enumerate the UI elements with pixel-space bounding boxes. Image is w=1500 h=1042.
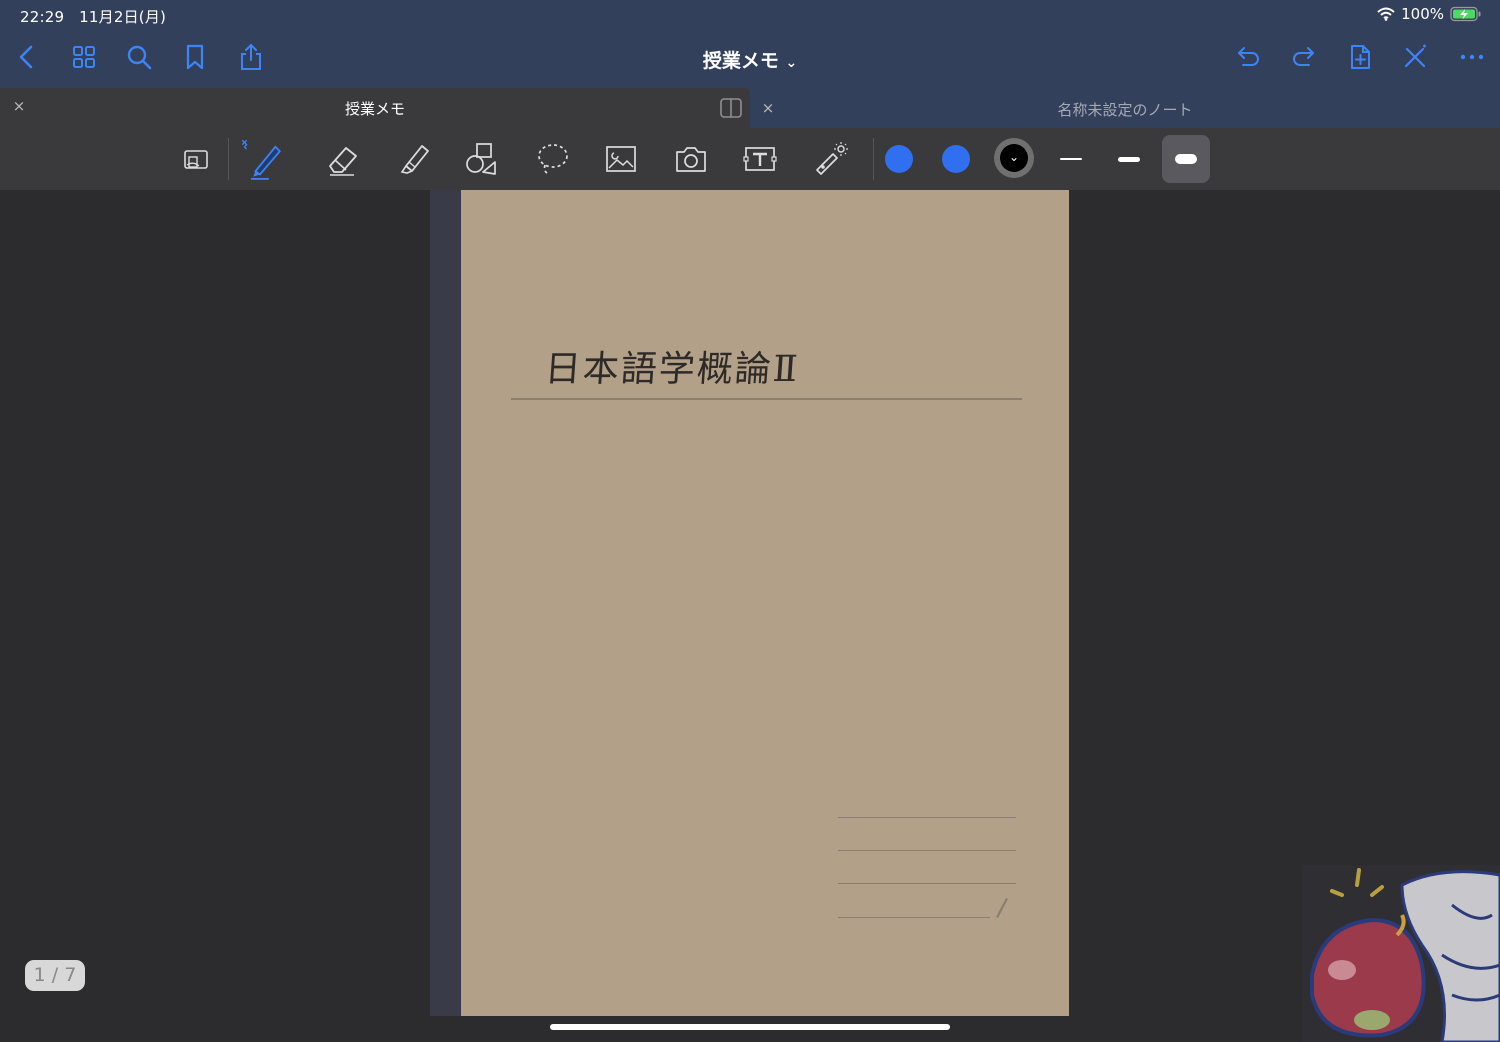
- battery-charging-icon: [1450, 6, 1481, 22]
- eraser-icon[interactable]: [319, 136, 367, 182]
- chevron-down-icon: ⌄: [785, 55, 798, 71]
- lasso-icon[interactable]: [528, 136, 576, 182]
- color-swatch-1[interactable]: [885, 145, 913, 173]
- stroke-size-thick[interactable]: [1162, 135, 1210, 183]
- bookmark-icon[interactable]: [178, 40, 212, 74]
- text-box-icon[interactable]: [736, 136, 784, 182]
- chevron-down-icon: ⌄: [1000, 144, 1028, 172]
- name-line: [838, 850, 1016, 851]
- shapes-icon[interactable]: [458, 136, 506, 182]
- page-indicator[interactable]: 1 / 7: [25, 960, 85, 991]
- tab-label: 名称未設定のノート: [1057, 101, 1193, 119]
- document-title-text: 授業メモ: [702, 50, 779, 72]
- status-date: 11月2日(月): [79, 8, 167, 26]
- camera-icon[interactable]: [667, 136, 715, 182]
- tab-jugyo-memo[interactable]: × 授業メモ: [0, 88, 750, 128]
- top-bar: 22:29 11月2日(月) 100% 授業メモ ⌄: [0, 0, 1500, 88]
- redo-icon[interactable]: [1287, 40, 1321, 74]
- toolbar-divider: [873, 138, 874, 180]
- status-right: 100%: [1377, 5, 1482, 23]
- pen-mode-icon[interactable]: [1398, 40, 1432, 74]
- handwritten-title: 日本語学概論Ⅱ: [543, 349, 801, 390]
- laser-pointer-icon[interactable]: [806, 136, 854, 182]
- image-icon[interactable]: [597, 136, 645, 182]
- tab-untitled-note[interactable]: × 名称未設定のノート: [750, 90, 1500, 128]
- battery-percent: 100%: [1401, 5, 1444, 23]
- notebook-cover[interactable]: 日本語学概論Ⅱ: [461, 190, 1069, 1016]
- share-icon[interactable]: [234, 40, 268, 74]
- add-page-icon[interactable]: [1343, 40, 1377, 74]
- more-icon[interactable]: [1455, 40, 1489, 74]
- toolbar-divider: [228, 138, 229, 180]
- document-title-button[interactable]: 授業メモ ⌄: [703, 50, 797, 72]
- stroke-size-medium[interactable]: [1105, 135, 1153, 183]
- grid-view-icon[interactable]: [67, 40, 101, 74]
- name-line: [838, 917, 990, 918]
- tab-label: 授業メモ: [344, 100, 405, 118]
- pen-icon[interactable]: [237, 136, 285, 182]
- home-indicator[interactable]: [550, 1024, 950, 1030]
- notebook-spine: [430, 190, 462, 1016]
- zoom-window-icon[interactable]: [172, 136, 220, 182]
- document-title: 授業メモ ⌄: [0, 46, 1500, 73]
- search-icon[interactable]: [122, 40, 156, 74]
- sticker-illustration: [1302, 865, 1500, 1042]
- back-icon[interactable]: [10, 40, 44, 74]
- highlighter-icon[interactable]: [389, 136, 437, 182]
- split-view-icon[interactable]: [720, 98, 742, 122]
- color-swatch-2[interactable]: [942, 145, 970, 173]
- pencil-icon: [996, 898, 1008, 918]
- status-clock: 22:29: [20, 8, 65, 26]
- stroke-size-thin[interactable]: [1047, 135, 1095, 183]
- color-swatch-3[interactable]: ⌄: [994, 138, 1034, 178]
- name-line: [838, 883, 1016, 884]
- drawing-toolbar: ⌄: [0, 128, 1500, 190]
- name-line: [838, 817, 1016, 818]
- status-time: 22:29 11月2日(月): [20, 6, 166, 27]
- undo-icon[interactable]: [1231, 40, 1265, 74]
- title-underline: [511, 398, 1022, 400]
- wifi-icon: [1377, 7, 1395, 21]
